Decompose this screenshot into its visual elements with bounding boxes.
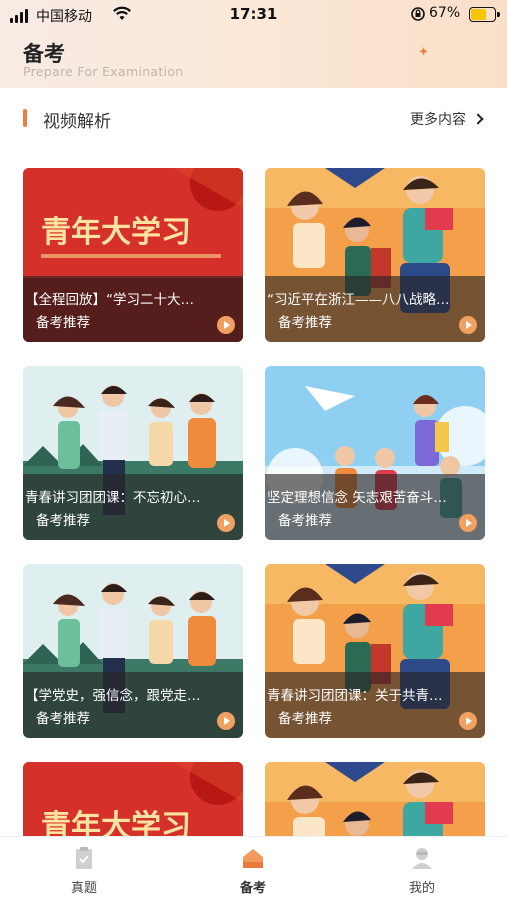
more-content-link[interactable]: 更多内容 [410, 109, 484, 129]
clipboard-check-icon [71, 845, 97, 871]
battery-icon [469, 7, 500, 22]
tab-beikao[interactable]: 备考 [213, 845, 293, 896]
battery-percent: 67% [429, 5, 461, 21]
caption-overlay [23, 474, 243, 540]
video-title: 【全程回放】“学习二十大… [25, 292, 194, 308]
play-icon[interactable] [459, 514, 477, 532]
section-header: 视频解析 更多内容 [0, 100, 507, 136]
video-tag: 备考推荐 [36, 711, 90, 727]
tab-label: 我的 [408, 881, 435, 896]
video-grid: 青年大学习 【全程回放】“学习二十大… 备考推荐 “习近平在浙江——八八战略… 备考推荐… [23, 168, 485, 836]
caption-overlay [265, 276, 485, 342]
house-icon [240, 845, 266, 871]
video-tag: 备考推荐 [36, 315, 90, 331]
tab-zhenti[interactable]: 真题 [44, 845, 124, 896]
video-thumbnail [265, 762, 485, 836]
video-card[interactable]: 青春讲习团团课：不忘初心… 备考推荐 [23, 366, 243, 540]
section-accent-bar [23, 109, 27, 127]
video-card[interactable]: 青年大学习 [23, 762, 243, 836]
caption-overlay [265, 474, 485, 540]
tab-bar: 真题 备考 我的 [0, 836, 507, 900]
video-title: 坚定理想信念 矢志艰苦奋斗… [267, 490, 447, 506]
chevron-right-icon [472, 113, 484, 125]
tab-label: 真题 [70, 881, 97, 896]
rotation-lock-icon [410, 6, 426, 26]
video-card[interactable]: “习近平在浙江——八八战略… 备考推荐 [265, 168, 485, 342]
video-card[interactable]: 青春讲习团团课：关于共青… 备考推荐 [265, 564, 485, 738]
video-tag: 备考推荐 [36, 513, 90, 529]
caption-overlay [265, 672, 485, 738]
video-card[interactable]: 青年大学习【全程回放】“学习二十大… 备考推荐 [23, 168, 243, 342]
page-subtitle: Prepare For Examination [23, 64, 184, 79]
sparkle-icon: ✦ [418, 45, 429, 60]
play-icon[interactable] [217, 712, 235, 730]
video-title: 青春讲习团团课：不忘初心… [25, 490, 201, 506]
video-title: 青春讲习团团课：关于共青… [267, 688, 443, 704]
section-title: 视频解析 [43, 112, 111, 132]
video-card[interactable] [265, 762, 485, 836]
more-content-label: 更多内容 [410, 112, 466, 128]
person-icon [409, 845, 435, 871]
video-title: “习近平在浙江——八八战略… [267, 292, 450, 308]
caption-overlay [23, 276, 243, 342]
video-title: 【学党史，强信念，跟党走… [25, 688, 201, 704]
banner-text: 青年大学习 [41, 809, 191, 836]
video-card[interactable]: 【学党史，强信念，跟党走… 备考推荐 [23, 564, 243, 738]
video-card[interactable]: 坚定理想信念 矢志艰苦奋斗… 备考推荐 [265, 366, 485, 540]
play-icon[interactable] [459, 316, 477, 334]
play-icon[interactable] [217, 514, 235, 532]
tab-wode[interactable]: 我的 [382, 845, 462, 896]
video-tag: 备考推荐 [278, 513, 332, 529]
play-icon[interactable] [459, 712, 477, 730]
video-tag: 备考推荐 [278, 315, 332, 331]
video-thumbnail: 青年大学习 [23, 762, 243, 836]
tab-label: 备考 [239, 881, 266, 896]
video-tag: 备考推荐 [278, 711, 332, 727]
banner-text: 青年大学习 [41, 215, 191, 250]
caption-overlay [23, 672, 243, 738]
status-bar: 中国移动 17:31 67% [0, 0, 507, 30]
play-icon[interactable] [217, 316, 235, 334]
